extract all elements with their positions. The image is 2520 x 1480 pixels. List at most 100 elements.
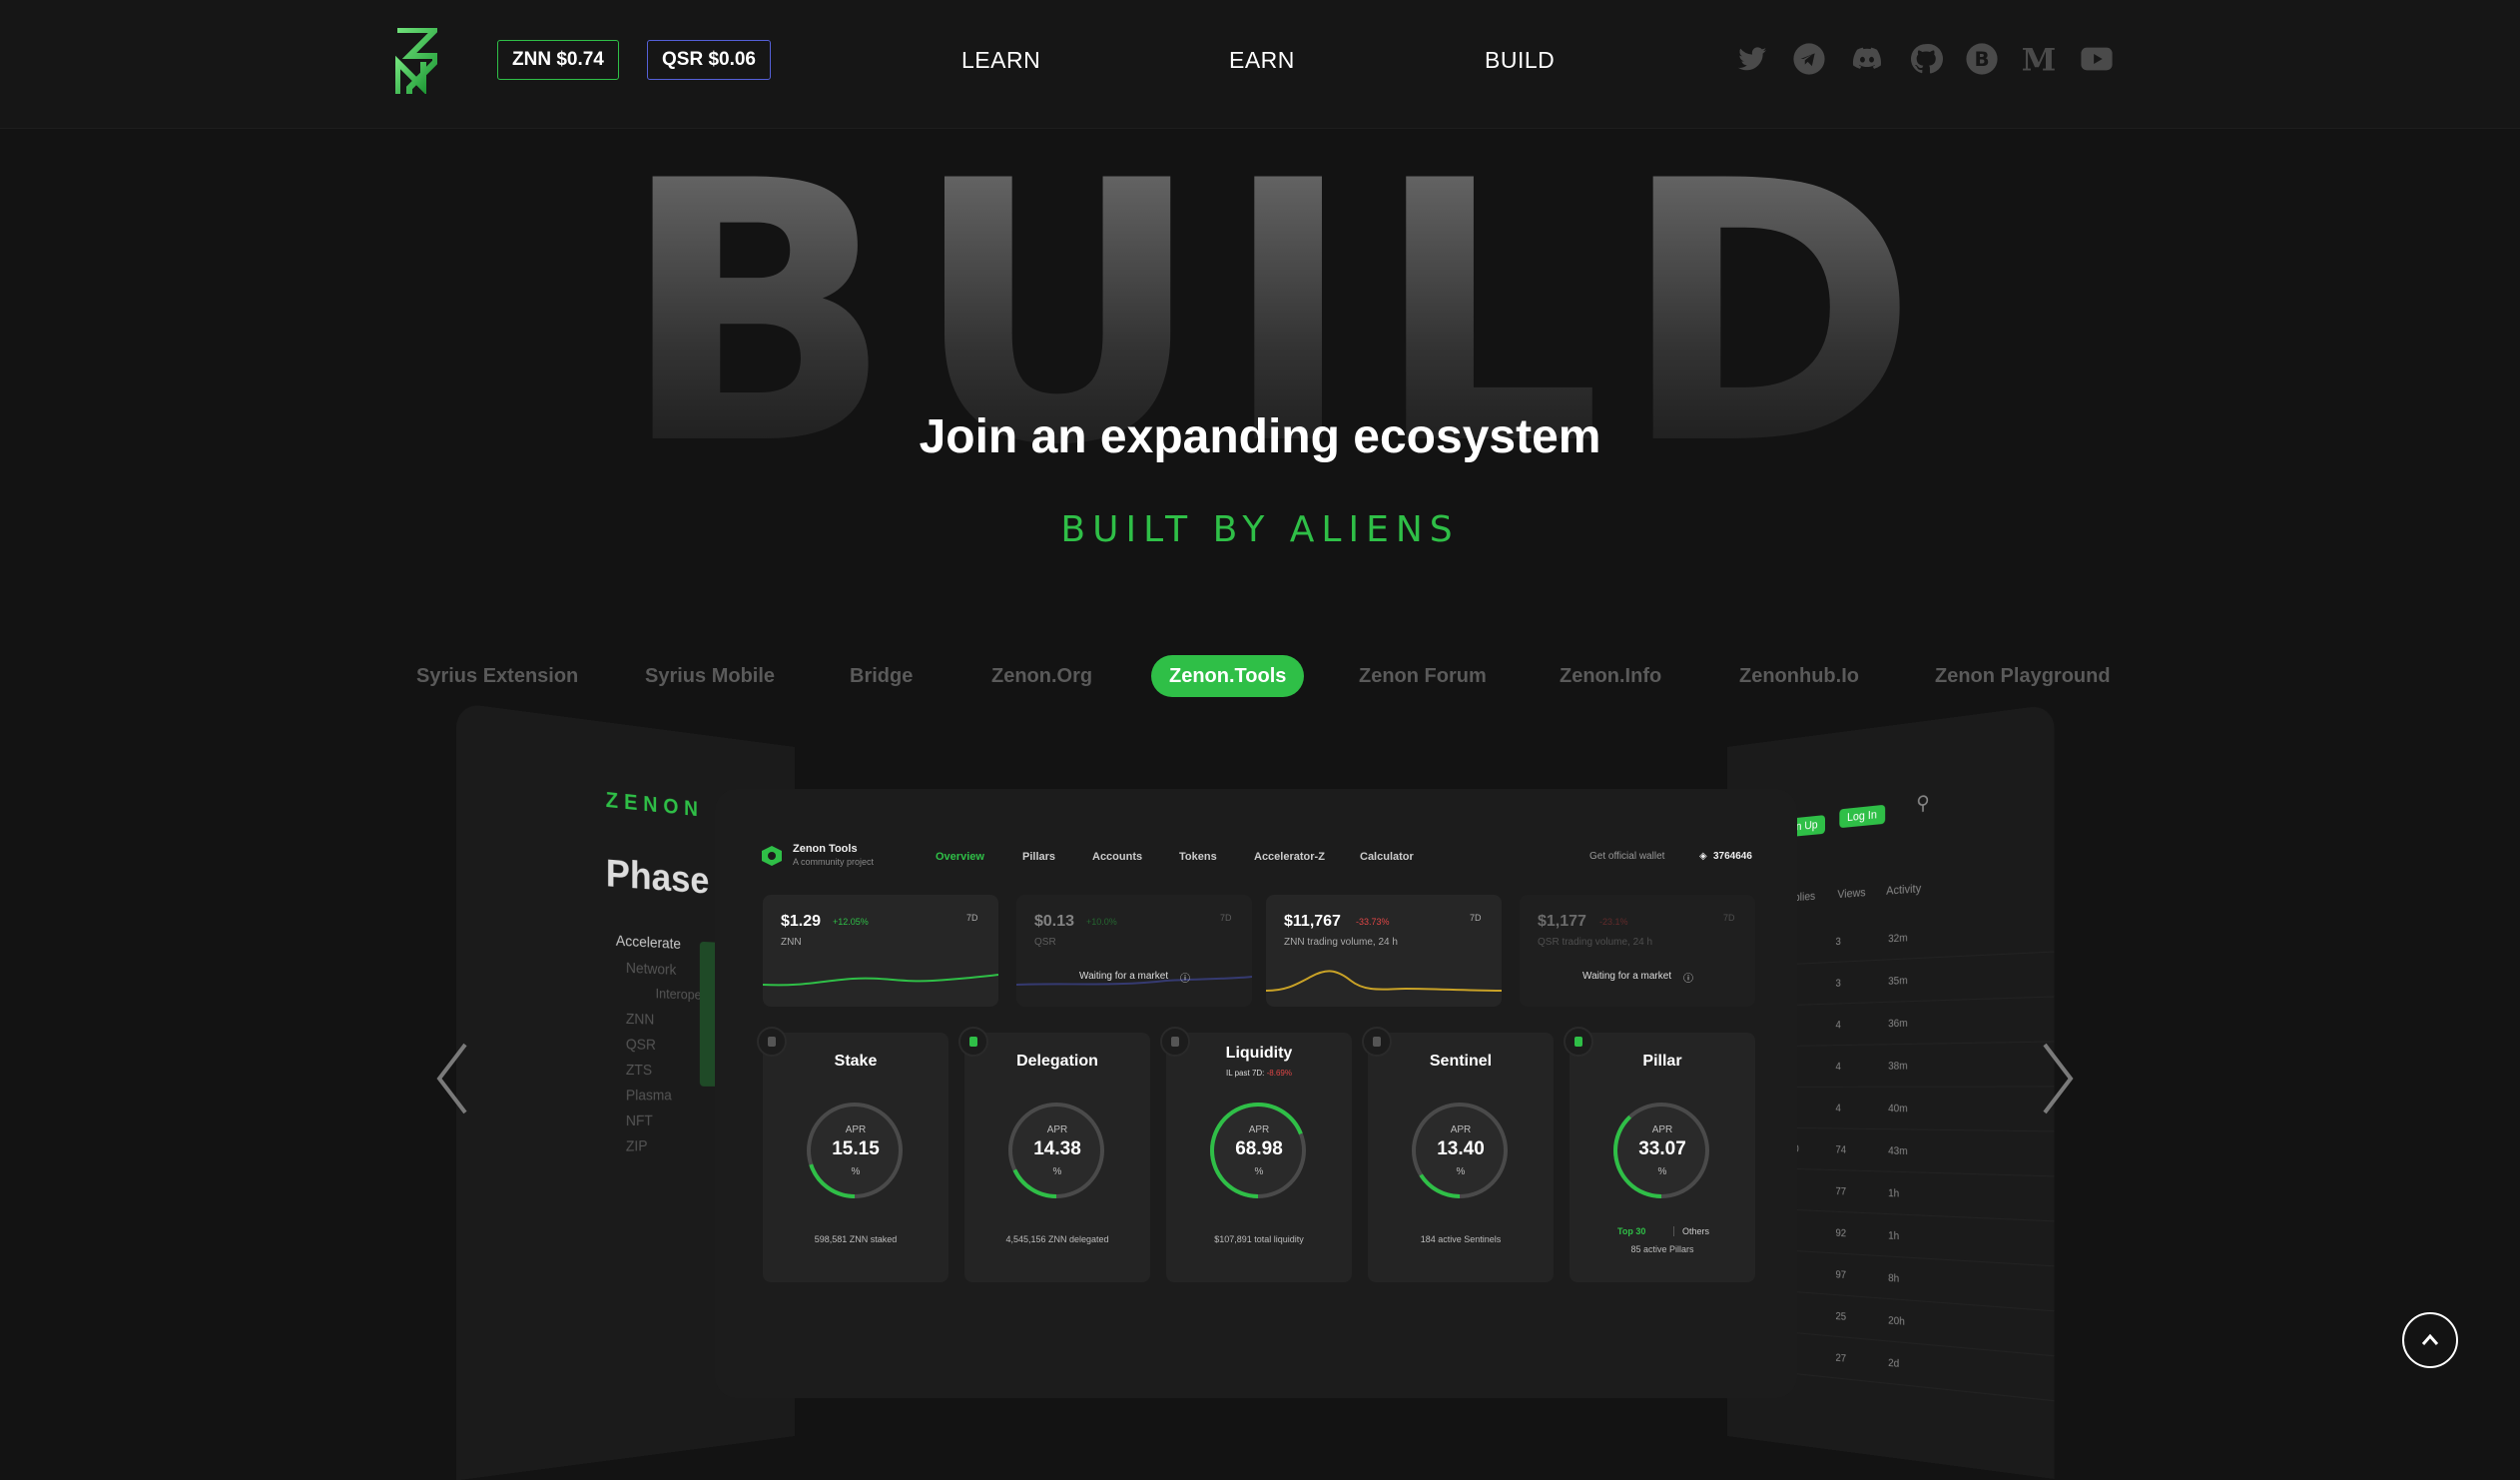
tools-nav-overview[interactable]: Overview: [936, 851, 984, 863]
tools-nav-pillars[interactable]: Pillars: [1022, 851, 1055, 863]
apr-card-liquidity[interactable]: Liquidity IL past 7D: -8.69% APR 68.98% $107…: [1166, 1033, 1352, 1282]
zenon-tools-logo-icon: [761, 845, 783, 867]
preview-topic-cell: 3: [1835, 937, 1840, 949]
preview-item: QSR: [626, 1036, 656, 1053]
market-label: QSR: [1034, 937, 1056, 948]
nav-learn[interactable]: LEARN: [961, 46, 1040, 74]
preview-topic-cell: 43m: [1888, 1145, 1907, 1157]
preview-item: Plasma: [626, 1087, 672, 1104]
chevron-up-icon: [2420, 1330, 2440, 1350]
market-label: QSR trading volume, 24 h: [1538, 937, 1652, 948]
zenon-logo[interactable]: [395, 28, 437, 94]
tools-nav-tokens[interactable]: Tokens: [1179, 851, 1217, 863]
apr-card-subtitle: IL past 7D: -8.69%: [1166, 1069, 1352, 1078]
tools-nav-calculator[interactable]: Calculator: [1360, 851, 1414, 863]
preview-item: Accelerate: [616, 932, 681, 952]
market-card-qsr[interactable]: $0.13 +10.0% 7D QSR: [1016, 895, 1252, 1007]
preview-topic-cell: 20h: [1888, 1315, 1905, 1328]
tools-nav-accounts[interactable]: Accounts: [1092, 851, 1142, 863]
preview-topic-cell: 40m: [1888, 1104, 1907, 1115]
apr-card-footer: 4,545,156 ZNN delegated: [964, 1234, 1150, 1244]
info-icon: ⓘ: [1683, 970, 1693, 985]
preview-col-header: Activity: [1886, 883, 1921, 898]
twitter-icon[interactable]: [1735, 42, 1769, 76]
market-label: ZNN: [781, 937, 802, 948]
preview-topic-cell: 92: [1835, 1227, 1846, 1239]
telegram-icon[interactable]: [1792, 42, 1826, 76]
apr-card-sentinel[interactable]: Sentinel APR 13.40% 184 active Sentinels: [1368, 1033, 1554, 1282]
preview-topic-cell: 74: [1835, 1144, 1846, 1156]
tab-syrius-extension[interactable]: Syrius Extension: [416, 655, 578, 697]
apr-label: APR: [1368, 1124, 1554, 1135]
il-value: -8.69%: [1267, 1069, 1292, 1078]
preview-item: ZNN: [626, 1010, 654, 1028]
znn-price-badge[interactable]: ZNN $0.74: [497, 40, 619, 80]
apr-card-title: Delegation: [964, 1053, 1150, 1071]
apr-label: APR: [1166, 1124, 1352, 1135]
market-change: -23.1%: [1599, 917, 1628, 927]
pillar-others-link[interactable]: Others: [1673, 1226, 1709, 1236]
tools-brand-title: Zenon Tools: [793, 843, 858, 855]
preview-item: Network: [626, 959, 676, 978]
apr-unit: %: [1368, 1166, 1554, 1177]
apr-label: APR: [964, 1124, 1150, 1135]
waiting-for-market: Waiting for a market: [1079, 971, 1168, 982]
preview-item: NFT: [626, 1111, 653, 1128]
preview-topic-cell: 27: [1835, 1352, 1846, 1365]
tab-zenon-org[interactable]: Zenon.Org: [991, 655, 1092, 697]
tab-zenonhub-io[interactable]: Zenonhub.Io: [1739, 655, 1859, 697]
preview-topic-cell: 77: [1835, 1186, 1846, 1198]
preview-topic-cell: 4: [1835, 1103, 1840, 1113]
market-change: -33.73%: [1356, 917, 1390, 927]
market-change: +10.0%: [1086, 917, 1117, 927]
nav-earn[interactable]: EARN: [1229, 46, 1295, 74]
svg-text:M: M: [2022, 42, 2056, 76]
il-label: IL past 7D:: [1226, 1069, 1267, 1078]
apr-value: 68.98: [1166, 1138, 1352, 1160]
preview-login-button[interactable]: Log In: [1839, 805, 1884, 828]
bitcointalk-icon[interactable]: B: [1965, 42, 1999, 76]
apr-card-footer: 184 active Sentinels: [1368, 1234, 1554, 1244]
youtube-icon[interactable]: [2080, 42, 2114, 76]
search-icon[interactable]: ⚲: [1916, 792, 1929, 816]
chevron-left-icon[interactable]: [431, 1039, 471, 1118]
scroll-to-top-button[interactable]: [2402, 1312, 2458, 1368]
discord-icon[interactable]: [1850, 42, 1884, 76]
market-card-znn[interactable]: $1.29 +12.05% 7D ZNN: [763, 895, 998, 1007]
market-price: $0.13: [1034, 913, 1074, 931]
znn-sparkline: [763, 955, 998, 995]
market-period: 7D: [1470, 913, 1482, 923]
chevron-right-icon[interactable]: [2039, 1039, 2079, 1118]
preview-topic-cell: 8h: [1888, 1272, 1899, 1284]
tab-bridge[interactable]: Bridge: [850, 655, 913, 697]
market-card-znn-volume[interactable]: $11,767 -33.73% 7D ZNN trading volume, 2…: [1266, 895, 1502, 1007]
svg-text:B: B: [1974, 48, 1989, 71]
apr-card-stake[interactable]: Stake APR 15.15% 598,581 ZNN staked: [763, 1033, 948, 1282]
tools-wallet-link[interactable]: Get official wallet: [1589, 851, 1664, 862]
github-icon[interactable]: [1909, 42, 1943, 76]
market-card-qsr-volume[interactable]: $1,177 -23.1% 7D QSR trading volume, 24 …: [1520, 895, 1755, 1007]
tools-nav-accelerator[interactable]: Accelerator-Z: [1254, 851, 1325, 863]
market-price: $1,177: [1538, 913, 1586, 931]
preview-item: ZTS: [626, 1061, 652, 1078]
tab-syrius-mobile[interactable]: Syrius Mobile: [645, 655, 775, 697]
apr-card-pillar[interactable]: Pillar APR 33.07% Top 30 Others 85 active Pil…: [1570, 1033, 1755, 1282]
medium-icon[interactable]: M: [2022, 42, 2056, 76]
qsr-price-badge[interactable]: QSR $0.06: [647, 40, 771, 80]
preview-topic-cell: 1h: [1888, 1230, 1899, 1242]
tab-zenon-playground[interactable]: Zenon Playground: [1935, 655, 2111, 697]
tab-zenon-forum[interactable]: Zenon Forum: [1359, 655, 1487, 697]
nav-build[interactable]: BUILD: [1485, 46, 1555, 74]
apr-value: 15.15: [763, 1138, 948, 1160]
preview-item: ZIP: [626, 1136, 648, 1153]
preview-topic-cell: 97: [1835, 1269, 1846, 1281]
tab-zenon-tools[interactable]: Zenon.Tools: [1151, 655, 1304, 697]
apr-card-delegation[interactable]: Delegation APR 14.38% 4,545,156 ZNN delegat…: [964, 1033, 1150, 1282]
apr-value: 13.40: [1368, 1138, 1554, 1160]
zenon-tools-preview[interactable]: Zenon Tools A community project Overview…: [715, 789, 1797, 1398]
pillar-top30-link[interactable]: Top 30: [1617, 1226, 1645, 1236]
apr-unit: %: [1166, 1166, 1352, 1177]
apr-label: APR: [1570, 1124, 1755, 1135]
info-icon: ⓘ: [1180, 970, 1190, 985]
tab-zenon-info[interactable]: Zenon.Info: [1560, 655, 1661, 697]
